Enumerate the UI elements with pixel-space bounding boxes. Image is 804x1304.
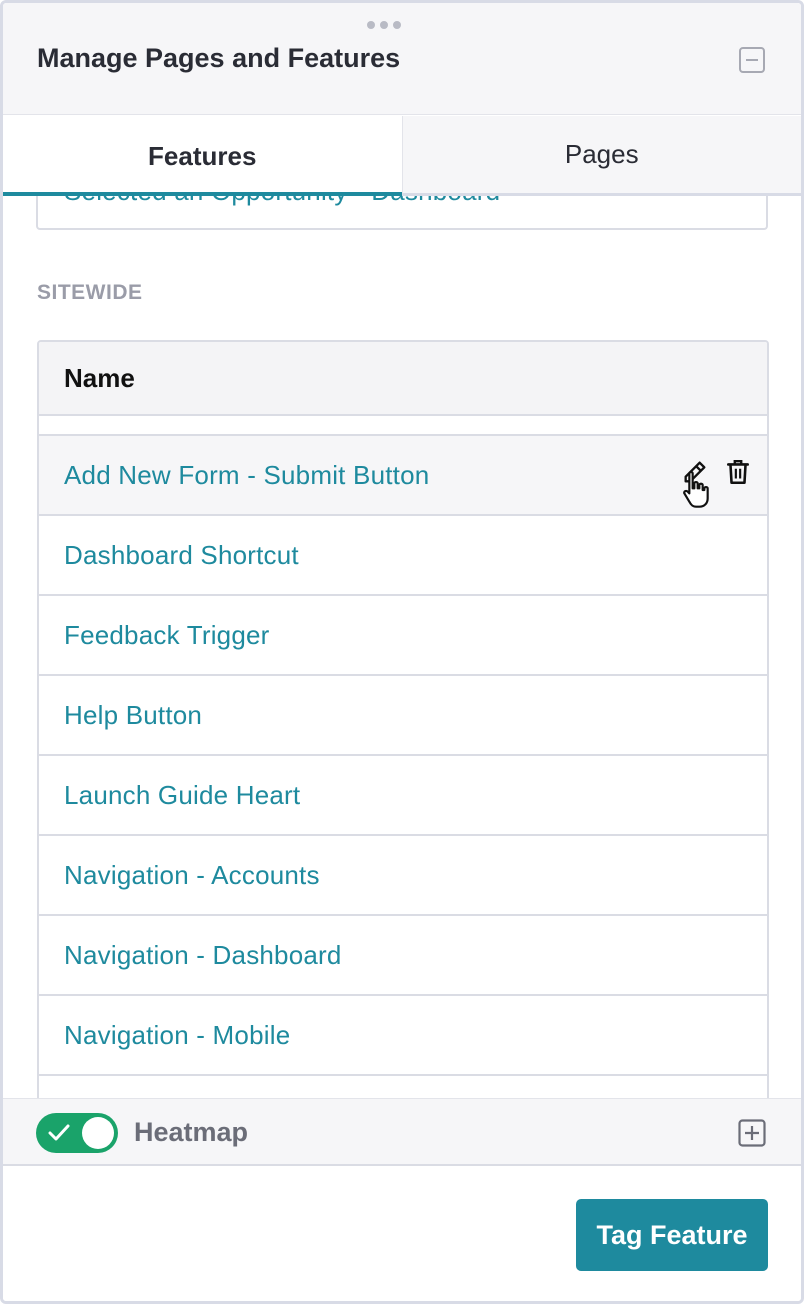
panel-title: Manage Pages and Features [37,43,401,73]
tab-features[interactable]: Features [3,116,402,196]
sitewide-features-table: Name Add New Form - Submit Button Dashbo… [37,340,769,1098]
feature-name[interactable]: Navigation - Mobile [64,1020,290,1051]
heatmap-toggle[interactable] [36,1113,118,1153]
minimize-icon[interactable] [739,47,765,73]
feature-name[interactable]: Help Button [64,700,202,731]
feature-name[interactable]: Dashboard Shortcut [64,540,299,571]
table-row[interactable]: Navigation - Dashboard [39,916,767,996]
feature-name[interactable]: Navigation - Dashboard [64,940,342,971]
table-row[interactable]: Add New Form - Submit Button [39,436,767,516]
toggle-knob [82,1117,114,1149]
feature-name[interactable]: Navigation - Accounts [64,860,320,891]
table-row[interactable]: Launch Guide Heart [39,756,767,836]
panel-footer: Tag Feature [3,1166,801,1301]
feature-name[interactable]: Launch Guide Heart [64,780,300,811]
panel-header[interactable]: Manage Pages and Features [3,3,801,115]
previous-section-item[interactable]: Selected an Opportunity - Dashboard [64,196,500,207]
tag-feature-button[interactable]: Tag Feature [576,1199,768,1271]
table-row[interactable]: Dashboard Shortcut [39,516,767,596]
table-row-partial [39,416,767,436]
heatmap-bar: Heatmap [3,1098,801,1166]
feature-name[interactable]: Add New Form - Submit Button [64,460,429,491]
table-row[interactable]: Navigation - Accounts [39,836,767,916]
section-label-sitewide: SITEWIDE [37,281,143,304]
features-scroll-area[interactable]: Selected an Opportunity - Dashboard SITE… [3,196,801,1098]
manage-pages-features-panel: Manage Pages and Features Features Pages… [0,0,804,1304]
trash-icon[interactable] [725,458,751,486]
drag-handle-icon[interactable] [367,21,401,29]
table-row[interactable]: Feedback Trigger [39,596,767,676]
hand-cursor-icon [683,471,709,508]
column-header-name[interactable]: Name [64,363,135,394]
check-icon [48,1124,70,1141]
table-row[interactable]: Help Button [39,676,767,756]
table-header: Name [39,342,767,416]
feature-name[interactable]: Feedback Trigger [64,620,270,651]
heatmap-label: Heatmap [134,1117,249,1147]
tab-pages[interactable]: Pages [401,116,801,196]
table-row[interactable]: Navigation - Mobile [39,996,767,1076]
tab-bar: Features Pages [3,116,801,196]
previous-section-table: Selected an Opportunity - Dashboard [36,196,768,230]
plus-square-icon[interactable] [738,1119,766,1147]
